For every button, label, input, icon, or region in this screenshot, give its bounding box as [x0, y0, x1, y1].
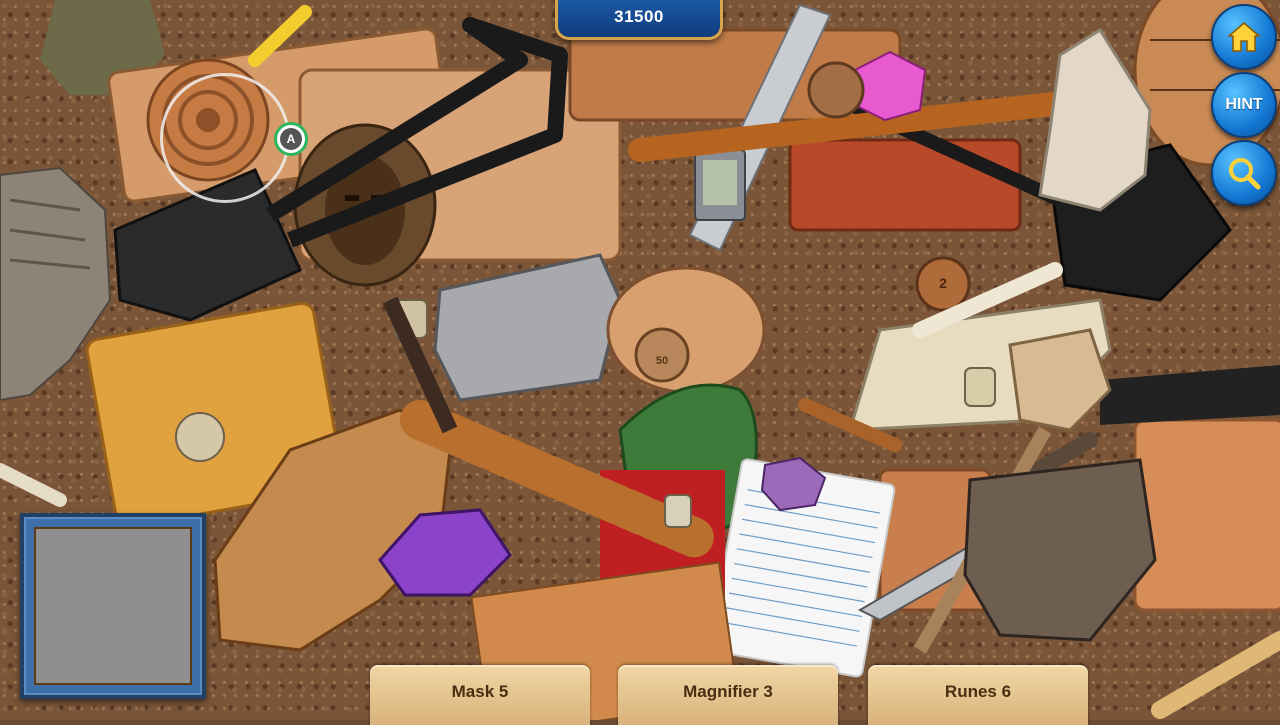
magnifier-cursor-ring[interactable] [160, 73, 290, 203]
item-preview-frame [20, 513, 206, 699]
rune-stone-4 [964, 367, 996, 407]
task-mask-label: Mask 5 [451, 682, 509, 701]
task-runes: Runes 6 [868, 665, 1088, 725]
armor-plate [963, 458, 1157, 642]
rune-stone [175, 412, 225, 462]
silver-pouch [433, 253, 622, 402]
rune-stone-3 [664, 494, 692, 528]
magnifier-icon [1229, 158, 1261, 190]
stone-hammer [1008, 328, 1112, 432]
coin-2-label: 2 [939, 275, 947, 291]
coin-50-label: 50 [655, 355, 669, 367]
task-runes-label: Runes 6 [944, 682, 1012, 701]
magnifier-marker[interactable]: A [274, 122, 308, 156]
ammonite-fossil-2 [606, 266, 766, 394]
hint-button[interactable]: HINT [1211, 72, 1277, 138]
item-preview-slot [34, 527, 192, 685]
bronze-coin-top [807, 61, 865, 119]
tool-belt-right [1133, 418, 1280, 612]
task-magnifier-label: Magnifier 3 [683, 682, 773, 701]
task-mask: Mask 5 [370, 665, 590, 725]
home-icon [1227, 22, 1261, 52]
score-value: 31500 [614, 7, 664, 26]
magnifier-marker-label: A [280, 128, 302, 150]
zoom-button[interactable] [1211, 140, 1277, 206]
stone-axe-head [1038, 27, 1152, 212]
hint-label: HINT [1225, 96, 1263, 113]
task-magnifier: Magnifier 3 [618, 665, 838, 725]
score-display: 31500 [555, 0, 723, 40]
home-button[interactable] [1211, 4, 1277, 70]
